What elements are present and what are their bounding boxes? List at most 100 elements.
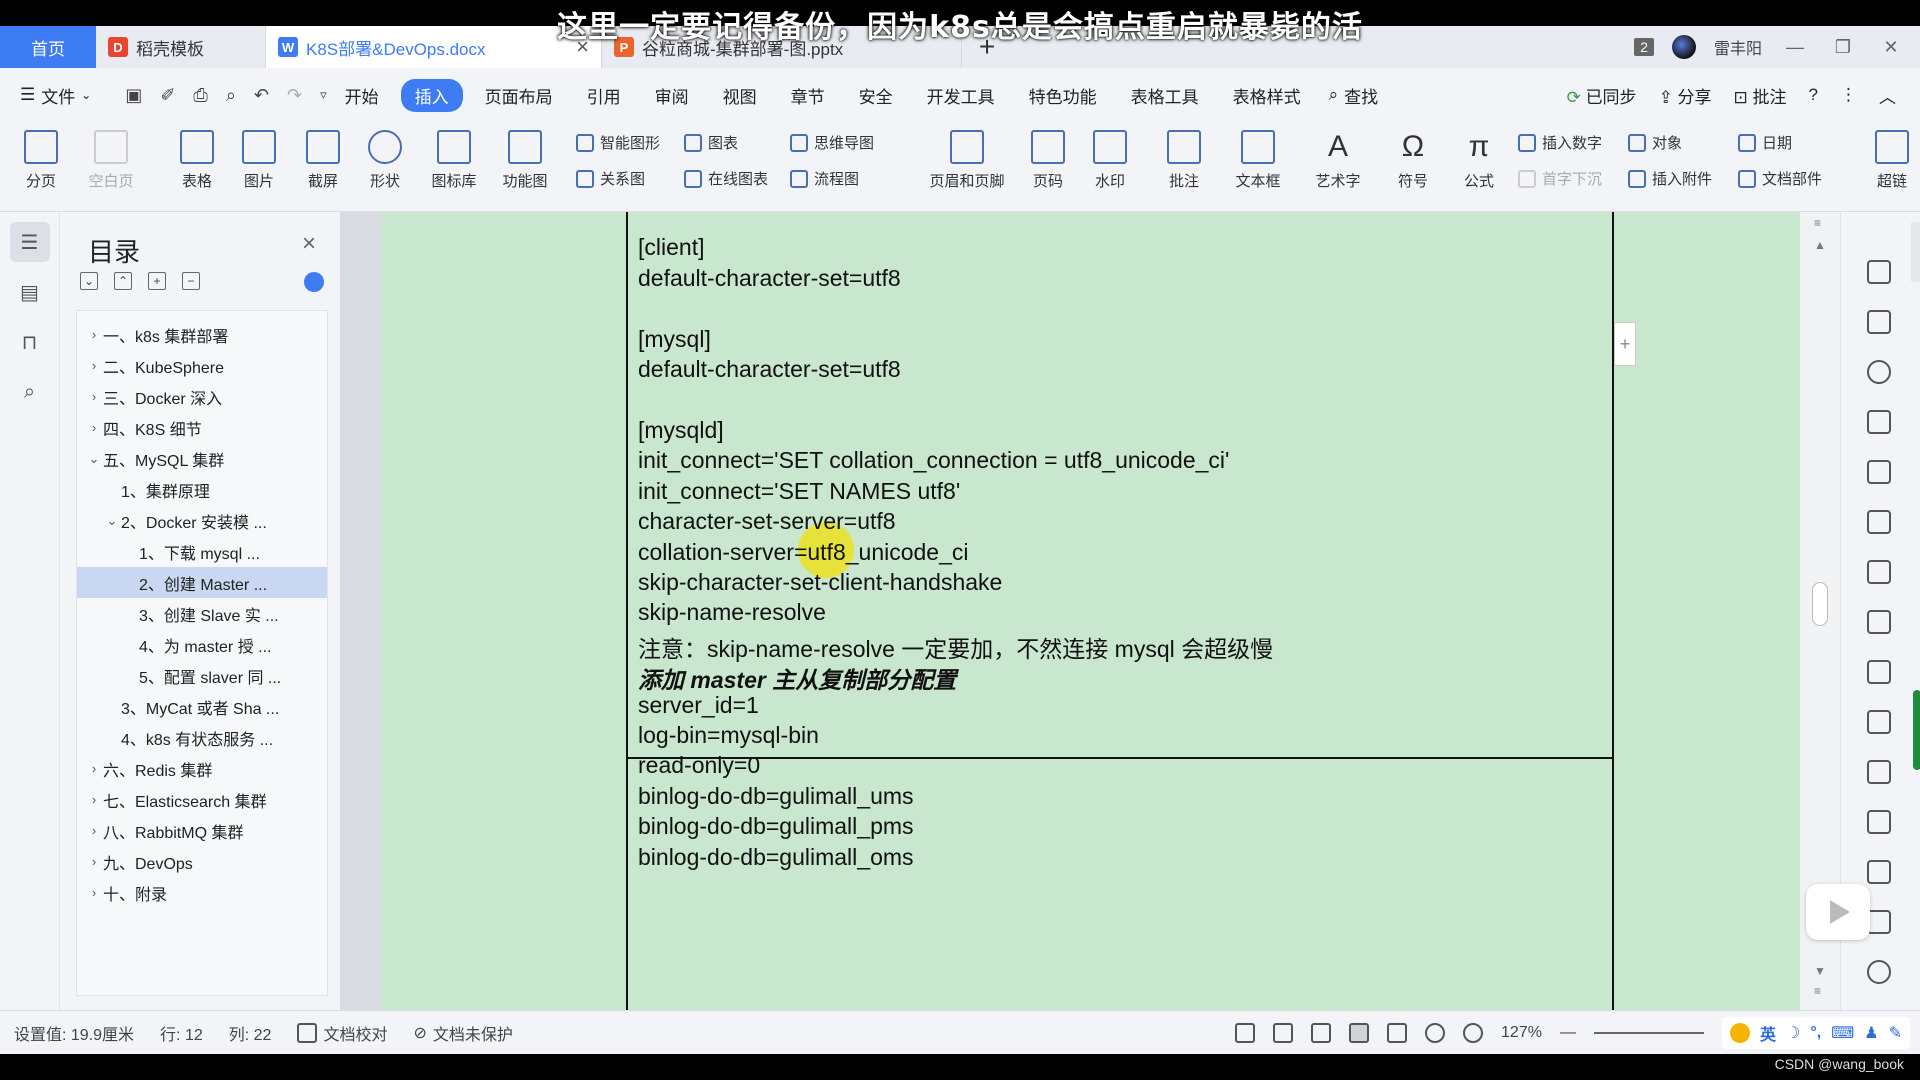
document-line[interactable]: [mysqld] xyxy=(638,417,724,444)
flowchart-button[interactable]: 流程图 xyxy=(790,168,859,189)
document-line[interactable]: skip-character-set-client-handshake xyxy=(638,569,1002,596)
chevron-right-icon[interactable]: › xyxy=(85,327,103,342)
toc-item[interactable]: › 一、k8s 集群部署 xyxy=(77,319,327,350)
pages-icon[interactable]: ▤ xyxy=(10,272,50,312)
document-line[interactable]: [mysql] xyxy=(638,326,711,353)
document-line[interactable]: log-bin=mysql-bin xyxy=(638,722,819,749)
relation-chart-button[interactable]: 关系图 xyxy=(576,168,645,189)
bookmark-icon[interactable]: ⊓ xyxy=(10,322,50,362)
page-view-icon[interactable] xyxy=(1349,1022,1370,1043)
menu-table-style[interactable]: 表格样式 xyxy=(1233,83,1301,108)
export-icon[interactable] xyxy=(1867,760,1891,784)
chevron-right-icon[interactable]: › xyxy=(85,854,103,869)
print-icon[interactable]: ⎙ xyxy=(193,85,207,106)
shape-button[interactable]: 形状 xyxy=(358,126,412,191)
style-icon[interactable] xyxy=(1867,460,1891,484)
menu-insert[interactable]: 插入 xyxy=(400,78,463,112)
format-painter-icon[interactable]: ✐ xyxy=(160,85,175,106)
hyperlink-button[interactable]: 超链 xyxy=(1872,126,1912,191)
insert-number-button[interactable]: 插入数字 xyxy=(1518,132,1602,153)
chevron-down-icon[interactable]: ⌄ xyxy=(85,451,103,467)
chevron-right-icon[interactable]: › xyxy=(85,358,103,373)
shield-icon[interactable] xyxy=(1867,960,1891,984)
toc-item[interactable]: 3、创建 Slave 实 ... xyxy=(77,598,327,629)
redo-icon[interactable]: ↷ xyxy=(287,85,302,106)
toc-item[interactable]: › 八、RabbitMQ 集群 xyxy=(77,815,327,846)
collapse-panel-handle[interactable] xyxy=(1911,222,1920,282)
page-number-button[interactable]: 页码 xyxy=(1022,126,1074,191)
collapse-ribbon-icon[interactable]: ︿ xyxy=(1879,83,1896,108)
add-heading-icon[interactable]: + xyxy=(148,272,166,290)
table-panel-icon[interactable] xyxy=(1867,510,1891,534)
mind-map-button[interactable]: 思维导图 xyxy=(790,132,874,153)
menu-references[interactable]: 引用 xyxy=(587,83,621,108)
settings-sliders-icon[interactable] xyxy=(1867,660,1891,684)
chevron-down-icon[interactable]: ⌄ xyxy=(103,513,121,529)
document-line[interactable]: character-set-server=utf8 xyxy=(638,508,896,535)
menu-security[interactable]: 安全 xyxy=(859,83,893,108)
toc-item[interactable]: › 九、DevOps xyxy=(77,846,327,877)
toc-item[interactable]: 4、为 master 授 ... xyxy=(77,629,327,660)
menu-features[interactable]: 特色功能 xyxy=(1029,83,1097,108)
document-parts-button[interactable]: 文档部件 xyxy=(1738,168,1822,189)
protect-status[interactable]: ⊘ 文档未保护 xyxy=(413,1021,512,1045)
sync-button[interactable]: ⟳ 已同步 xyxy=(1567,83,1637,108)
document-line[interactable]: skip-name-resolve xyxy=(638,599,826,626)
read-mode-icon[interactable] xyxy=(1273,1022,1294,1043)
document-line[interactable]: read-only=0 xyxy=(638,752,760,779)
print-preview-icon[interactable]: ⌕ xyxy=(226,85,236,106)
outline-view-icon[interactable] xyxy=(1387,1022,1408,1043)
formula-button[interactable]: π 公式 xyxy=(1452,126,1506,191)
fullscreen-icon[interactable] xyxy=(1235,1022,1256,1043)
status-setting[interactable]: 设置值: 19.9厘米 xyxy=(14,1021,134,1045)
add-table-row-button[interactable]: + xyxy=(1614,322,1636,366)
chevron-right-icon[interactable]: › xyxy=(85,420,103,435)
toc-item[interactable]: › 七、Elasticsearch 集群 xyxy=(77,784,327,815)
customize-toolbar-icon[interactable]: ▿ xyxy=(320,87,327,103)
document-line[interactable]: binlog-do-db=gulimall_oms xyxy=(638,844,914,871)
grid-icon[interactable] xyxy=(1867,560,1891,584)
translate-icon[interactable] xyxy=(1867,810,1891,834)
toc-icon[interactable]: ☰ xyxy=(9,222,50,262)
help-button[interactable]: ? xyxy=(1809,85,1818,105)
smart-art-button[interactable]: 智能图形 xyxy=(576,132,660,153)
menu-home[interactable]: 开始 xyxy=(345,83,379,108)
document-line[interactable]: 注意：skip-name-resolve 一定要加，不然连接 mysql 会超级… xyxy=(638,630,1273,664)
close-icon[interactable]: × xyxy=(302,230,316,258)
scroll-bottom-icon[interactable]: ≡ xyxy=(1814,984,1821,998)
toc-item[interactable]: 5、配置 slaver 同 ... xyxy=(77,660,327,691)
web-view-icon[interactable] xyxy=(1425,1022,1446,1043)
toc-item[interactable]: 4、k8s 有状态服务 ... xyxy=(77,722,327,753)
toc-item[interactable]: › 四、K8S 细节 xyxy=(77,412,327,443)
toc-item[interactable]: 1、下载 mysql ... xyxy=(77,536,327,567)
screenshot-button[interactable]: 截屏 xyxy=(296,126,350,191)
watermark-button[interactable]: 水印 xyxy=(1084,126,1136,191)
menu-table-tools[interactable]: 表格工具 xyxy=(1131,83,1199,108)
page-break-button[interactable]: 分页 xyxy=(14,126,68,191)
toc-item[interactable]: 1、集群原理 xyxy=(77,474,327,505)
chevron-right-icon[interactable]: › xyxy=(85,885,103,900)
object-button[interactable]: 对象 xyxy=(1628,132,1682,153)
save-icon[interactable]: ▣ xyxy=(125,85,142,106)
document-page[interactable]: + [client] default-character-set=utf8 [mys… xyxy=(382,212,1800,1010)
blank-page-button[interactable]: 空白页 xyxy=(78,126,144,191)
date-button[interactable]: 日期 xyxy=(1738,132,1792,153)
image-panel-icon[interactable] xyxy=(1867,910,1891,934)
document-line[interactable]: collation-server=utf8_unicode_ci xyxy=(638,539,969,566)
picture-button[interactable]: 图片 xyxy=(232,126,286,191)
gallery-icon[interactable] xyxy=(1867,710,1891,734)
video-play-button[interactable] xyxy=(1806,884,1870,940)
chart-button[interactable]: 图表 xyxy=(684,132,738,153)
textbox-button[interactable]: 文本框 xyxy=(1226,126,1290,191)
toc-item[interactable]: ⌄ 2、Docker 安装模 ... xyxy=(77,505,327,536)
drop-cap-button[interactable]: 首字下沉 xyxy=(1518,168,1602,189)
document-line[interactable]: binlog-do-db=gulimall_ums xyxy=(638,783,914,810)
location-icon[interactable] xyxy=(1867,360,1891,384)
toc-item[interactable]: › 二、KubeSphere xyxy=(77,350,327,381)
chevron-right-icon[interactable]: › xyxy=(85,792,103,807)
file-menu[interactable]: ☰ 文件 ⌄ xyxy=(20,83,91,108)
find-icon[interactable]: ⌕ xyxy=(10,372,50,412)
undo-icon[interactable]: ↶ xyxy=(254,85,269,106)
menu-review[interactable]: 审阅 xyxy=(655,83,689,108)
document-line[interactable]: default-character-set=utf8 xyxy=(638,265,901,292)
